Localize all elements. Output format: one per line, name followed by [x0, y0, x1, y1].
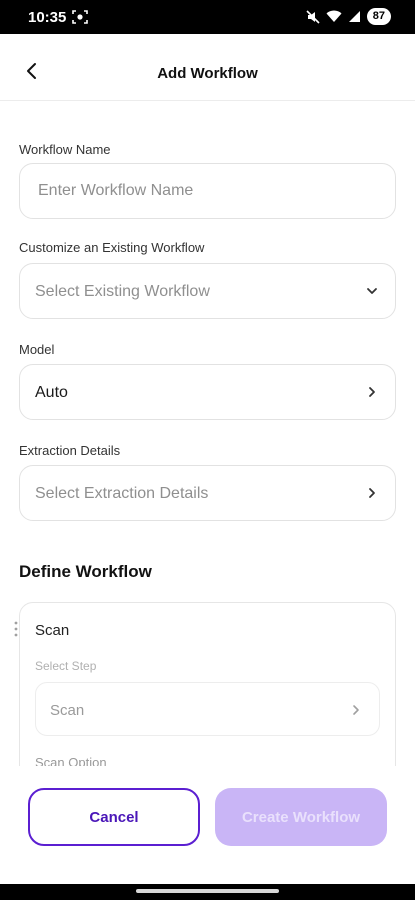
- chevron-right-icon: [353, 705, 359, 715]
- extraction-details-placeholder: Select Extraction Details: [35, 485, 209, 502]
- status-time: 10:35: [28, 9, 67, 26]
- existing-workflow-placeholder: Select Existing Workflow: [35, 283, 210, 300]
- status-bar: 10:35 87: [0, 0, 415, 34]
- select-step-value: Scan: [50, 702, 85, 719]
- screenshot-icon: [72, 10, 88, 24]
- battery-icon: 87: [366, 8, 391, 25]
- add-workflow-screen: Add Workflow Workflow Name Customize an …: [0, 34, 415, 884]
- chevron-right-icon: [369, 387, 375, 397]
- status-icons: 87: [306, 8, 391, 25]
- gesture-handle[interactable]: [136, 889, 279, 893]
- bottom-action-bar: Cancel Create Workflow: [0, 766, 415, 884]
- create-workflow-button[interactable]: Create Workflow: [215, 788, 387, 846]
- model-label: Model: [19, 342, 55, 357]
- wifi-icon: [326, 10, 342, 22]
- workflow-name-input[interactable]: [38, 164, 368, 218]
- define-workflow-title: Define Workflow: [19, 562, 152, 581]
- workflow-name-field: [19, 163, 396, 219]
- existing-workflow-label: Customize an Existing Workflow: [19, 240, 205, 255]
- workflow-name-label: Workflow Name: [19, 142, 111, 157]
- page-title: Add Workflow: [157, 65, 258, 82]
- mute-icon: [306, 9, 320, 24]
- cancel-button[interactable]: Cancel: [28, 788, 200, 846]
- chevron-right-icon: [369, 488, 375, 498]
- model-selector[interactable]: Auto: [19, 364, 396, 420]
- signal-icon: [348, 11, 360, 22]
- step-title: Scan: [35, 622, 70, 639]
- extraction-details-label: Extraction Details: [19, 443, 121, 458]
- extraction-details-selector[interactable]: Select Extraction Details: [19, 465, 396, 521]
- app-header: Add Workflow: [0, 34, 415, 101]
- chevron-down-icon: [367, 288, 377, 294]
- select-step-selector[interactable]: Scan: [35, 682, 380, 736]
- select-step-label: Select Step: [35, 659, 97, 673]
- existing-workflow-dropdown[interactable]: Select Existing Workflow: [19, 263, 396, 319]
- model-value: Auto: [35, 384, 68, 401]
